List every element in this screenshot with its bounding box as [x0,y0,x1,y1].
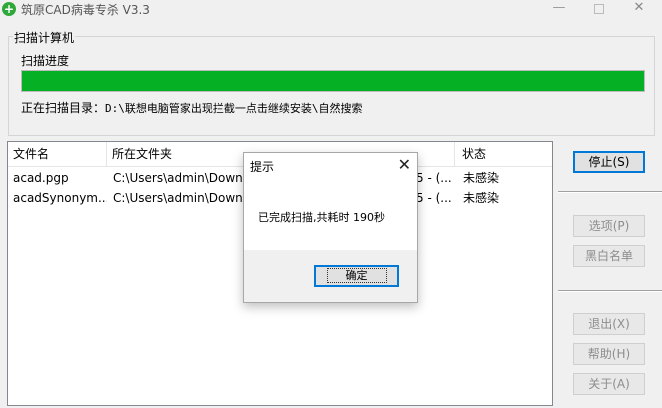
column-header-status[interactable]: 状态 [457,142,552,166]
dialog-title: 提示 [250,160,275,174]
separator [558,191,662,193]
row-filename: acadSynonym... [13,191,107,205]
app-plus-icon: + [2,2,16,16]
exit-button[interactable]: 退出(X) [573,313,645,335]
about-button[interactable]: 关于(A) [573,373,645,395]
ok-button[interactable]: 确定 [314,265,399,287]
completion-dialog: 提示 ✕ 已完成扫描,共耗时 190秒 确定 [243,152,418,303]
maximize-icon [594,4,604,14]
stop-button[interactable]: 停止(S) [573,151,645,173]
row-status: 未感染 [463,191,500,205]
scan-group-label: 扫描计算机 [13,29,76,46]
progress-bar [21,70,645,92]
window-title: 筑原CAD病毒专杀 V3.3 [21,3,150,17]
close-button[interactable]: ✕ [624,0,654,18]
title-bar: + 筑原CAD病毒专杀 V3.3 — ✕ [0,0,662,18]
scan-directory: 正在扫描目录：D:\联想电脑管家出现拦截一点击继续安装\自然搜索 [21,99,363,116]
progress-fill [22,71,644,91]
minimize-button[interactable]: — [544,0,574,18]
scan-directory-path: D:\联想电脑管家出现拦截一点击继续安装\自然搜索 [105,102,363,115]
scan-directory-prefix: 正在扫描目录： [21,101,106,115]
blacklist-button[interactable]: 黑白名单 [573,245,645,267]
row-status: 未感染 [463,171,500,185]
ok-button-label: 确定 [326,268,387,283]
column-header-filename[interactable]: 文件名 [8,142,107,166]
dialog-message: 已完成扫描,共耗时 190秒 [258,211,385,224]
options-button[interactable]: 选项(P) [573,215,645,237]
row-filename: acad.pgp [13,171,69,185]
separator [558,290,662,292]
progress-label: 扫描进度 [21,54,70,68]
dialog-footer: 确定 [244,250,417,302]
help-button[interactable]: 帮助(H) [573,343,645,365]
dialog-close-icon[interactable]: ✕ [398,155,411,175]
maximize-button[interactable] [584,0,614,18]
